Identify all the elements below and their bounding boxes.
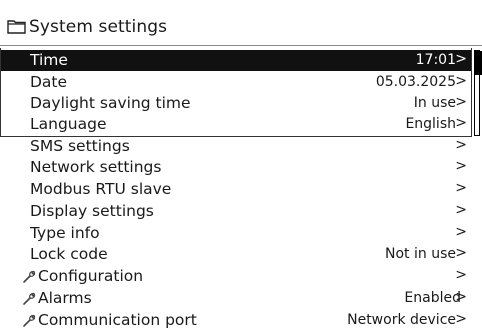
chevron-right-icon: > [455, 158, 467, 174]
chevron-right-icon: > [455, 202, 467, 218]
chevron-right-icon: > [455, 289, 467, 305]
menu-item-label: Communication port [38, 311, 197, 329]
chevron-right-icon: > [455, 51, 467, 67]
page-title: System settings [29, 17, 168, 37]
menu-item-value: In use [413, 95, 456, 111]
scrollbar[interactable] [472, 46, 482, 138]
chevron-right-icon: > [455, 180, 467, 196]
menu-item-alarms[interactable]: Alarms Enabled > [0, 288, 472, 309]
menu-item-network-settings[interactable]: Network settings > [0, 157, 472, 178]
chevron-right-icon: > [455, 94, 467, 110]
chevron-right-icon: > [455, 224, 467, 240]
menu-item-value: English [405, 116, 456, 132]
chevron-right-icon: > [455, 73, 467, 89]
menu-item-label: Configuration [38, 267, 144, 285]
menu-item-value: 17:01 [415, 52, 456, 68]
menu-item-lock-code[interactable]: Lock code Not in use > [0, 244, 472, 265]
folder-icon [7, 20, 26, 34]
menu-item-label: Display settings [30, 202, 154, 220]
menu-item-time[interactable]: Time 17:01 > [0, 50, 472, 71]
menu-item-value: Network device [347, 312, 456, 328]
menu-item-label: Lock code [30, 245, 108, 263]
menu-item-label: SMS settings [30, 137, 130, 155]
menu-item-label: Time [30, 51, 68, 69]
menu-item-modbus-rtu-slave[interactable]: Modbus RTU slave > [0, 179, 472, 200]
wrench-icon [23, 292, 36, 305]
menu-item-value: Not in use [385, 246, 456, 262]
menu-item-display-settings[interactable]: Display settings > [0, 201, 472, 222]
menu-item-label: Modbus RTU slave [30, 180, 172, 198]
menu-item-configuration[interactable]: Configuration > [0, 266, 472, 287]
menu-item-sms-settings[interactable]: SMS settings > [0, 136, 472, 157]
menu-item-value: Enabled [404, 290, 461, 306]
menu-item-label: Alarms [38, 289, 92, 307]
menu-item-label: Network settings [30, 158, 162, 176]
screen-header: System settings [0, 11, 482, 46]
scrollbar-track[interactable] [474, 50, 482, 136]
menu-item-label: Daylight saving time [30, 94, 191, 112]
chevron-right-icon: > [455, 245, 467, 261]
menu-item-label: Type info [30, 224, 100, 242]
chevron-right-icon: > [455, 115, 467, 131]
wrench-icon [23, 270, 36, 283]
chevron-right-icon: > [455, 267, 467, 283]
menu-item-value: 05.03.2025 [375, 74, 456, 90]
menu-item-daylight-saving-time[interactable]: Daylight saving time In use > [0, 93, 472, 114]
menu-item-language[interactable]: Language English > [0, 114, 472, 135]
menu-item-type-info[interactable]: Type info > [0, 223, 472, 244]
scrollbar-thumb[interactable] [475, 51, 482, 75]
menu-item-date[interactable]: Date 05.03.2025 > [0, 72, 472, 93]
wrench-icon [23, 314, 36, 327]
menu-item-label: Language [30, 115, 107, 133]
menu-item-communication-port[interactable]: Communication port Network device > [0, 310, 472, 331]
chevron-right-icon: > [455, 311, 467, 327]
menu-item-label: Date [30, 73, 68, 91]
chevron-right-icon: > [455, 137, 467, 153]
